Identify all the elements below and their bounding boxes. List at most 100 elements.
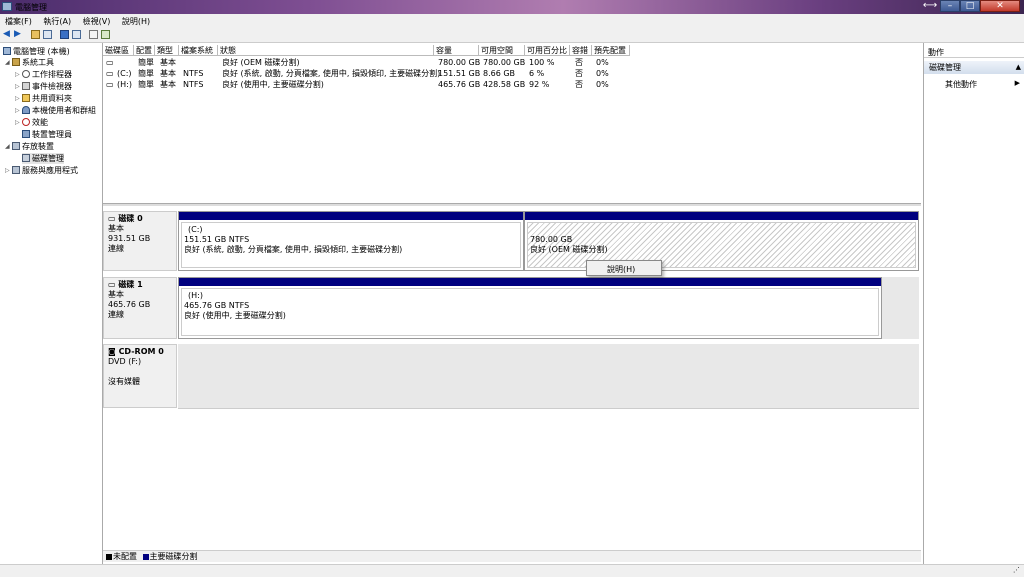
volume-capacity: 780.00 GB [438,58,481,67]
maximize-button[interactable]: □ [960,0,980,12]
tree-item-label: 效能 [32,118,48,127]
cdrom-0-label[interactable]: ◙ CD-ROM 0 DVD (F:) 沒有媒體 [103,344,177,408]
column-header-filesystem[interactable]: 檔案系統 [179,45,218,56]
tree-item-storage[interactable]: 存放裝置 [12,141,54,152]
volume-layout: 簡單 [138,80,154,89]
close-button[interactable]: ✕ [980,0,1020,12]
tree-item-label: 裝置管理員 [32,130,72,139]
actions-section-disk-management[interactable]: 磁碟管理 ▲ [924,61,1024,74]
window-title: 電腦管理 [15,3,47,12]
context-menu-help[interactable]: 說明(H) [607,264,635,275]
expand-arrow-icon[interactable]: ▷ [15,95,20,102]
menu-bar: 檔案(F) 執行(A) 檢視(V) 說明(H) [0,14,1024,28]
primary-partition-bar [179,278,881,286]
shared-folder-icon [22,94,30,102]
more-actions-item[interactable]: 其他動作 [945,79,977,90]
expand-arrow-icon[interactable]: ▷ [5,167,10,174]
resize-arrow-icon[interactable]: ⟷ [920,0,940,12]
toolbar: ◀ ▶ [0,28,1024,43]
partition-c[interactable]: (C:) 151.51 GB NTFS 良好 (系統, 啟動, 分頁檔案, 使用… [178,211,524,271]
partition-h[interactable]: (H:) 465.76 GB NTFS 良好 (使用中, 主要磁碟分割) [178,277,882,339]
expand-arrow-icon[interactable]: ▷ [15,71,20,78]
forward-arrow-icon[interactable]: ▶ [14,29,23,39]
column-header-fault-tolerance[interactable]: 容錯 [570,45,592,56]
volume-free-space: 8.66 GB [483,69,516,78]
volume-free-percent: 6 % [529,69,545,78]
volume-row[interactable]: ▭ (H:) 簡單 基本 NTFS 良好 (使用中, 主要磁碟分割) 465.7… [103,79,921,90]
menu-view[interactable]: 檢視(V) [78,14,115,27]
refresh-icon[interactable] [89,30,98,39]
collapse-arrow-icon[interactable]: ◢ [5,143,10,150]
tree-item-device-manager[interactable]: 裝置管理員 [22,129,72,140]
back-arrow-icon[interactable]: ◀ [3,29,12,39]
volume-overhead: 0% [596,58,609,67]
volume-row[interactable]: ▭ 簡單 基本 良好 (OEM 磁碟分割) 780.00 GB 780.00 G… [103,57,921,68]
menu-action[interactable]: 執行(A) [38,14,75,27]
submenu-arrow-icon: ▶ [1014,79,1020,87]
disk-icon: ▭ [108,214,116,223]
event-viewer-icon [22,82,30,90]
minimize-button[interactable]: – [940,0,960,12]
services-icon [12,166,20,174]
disk-1-partitions: (H:) 465.76 GB NTFS 良好 (使用中, 主要磁碟分割) [178,277,919,339]
disk-list-icon[interactable] [101,30,110,39]
disk-management-icon [22,154,30,162]
column-header-free-space[interactable]: 可用空間 [479,45,525,56]
column-header-type[interactable]: 類型 [155,45,179,56]
disk-0-label[interactable]: ▭ 磁碟 0 基本 931.51 GB 連線 [103,211,177,271]
volume-status: 良好 (OEM 磁碟分割) [222,58,300,67]
tree-item-task-scheduler[interactable]: 工作排程器 [22,69,72,80]
column-header-volume[interactable]: 磁碟區 [103,45,134,56]
actions-header: 動作 [924,47,1024,58]
volume-type: 基本 [160,58,176,67]
users-icon [22,106,30,114]
volume-capacity: 151.51 GB [438,69,481,78]
volume-row[interactable]: ▭ (C:) 簡單 基本 NTFS 良好 (系統, 啟動, 分頁檔案, 使用中,… [103,68,921,79]
partition-h-label: (H:) [188,291,203,300]
expand-arrow-icon[interactable]: ▷ [15,107,20,114]
expand-arrow-icon[interactable]: ▷ [15,83,20,90]
up-folder-icon[interactable] [31,30,40,39]
column-header-overhead[interactable]: 預先配置 [592,45,630,56]
partition-oem-size: 780.00 GB [530,235,573,244]
resize-grip-icon[interactable]: ⋰ [1013,566,1020,574]
disk-management-pane: 磁碟區 配置 類型 檔案系統 狀態 容量 可用空間 可用百分比 容錯 預先配置 … [103,43,921,574]
column-header-status[interactable]: 狀態 [218,45,434,56]
volume-type: 基本 [160,69,176,78]
column-header-capacity[interactable]: 容量 [434,45,479,56]
column-header-free-percent[interactable]: 可用百分比 [525,45,570,56]
disk-name: ▭ 磁碟 1 [108,280,172,290]
computer-management-icon [2,2,12,11]
tree-item-system-tools[interactable]: 系統工具 [12,57,54,68]
cdrom-0-status: 沒有媒體 [108,377,140,386]
properties-icon[interactable] [72,30,81,39]
pane-splitter[interactable] [103,203,921,206]
show-hide-tree-icon[interactable] [43,30,52,39]
tree-item-performance[interactable]: 效能 [22,117,48,128]
tree-item-label: 共用資料夾 [32,94,72,103]
menu-help[interactable]: 說明(H) [117,14,154,27]
partition-oem[interactable]: 780.00 GB 良好 (OEM 磁碟分割) [524,211,919,271]
computer-icon [3,47,11,55]
tree-item-disk-management[interactable]: 磁碟管理 [22,153,64,164]
volume-free-percent: 100 % [529,58,555,67]
tree-item-shared-folders[interactable]: 共用資料夾 [22,93,72,104]
help-icon[interactable] [60,30,69,39]
collapse-up-icon[interactable]: ▲ [1016,61,1021,74]
collapse-arrow-icon[interactable]: ◢ [5,59,10,66]
tree-item-event-viewer[interactable]: 事件檢視器 [22,81,72,92]
disk-1-label[interactable]: ▭ 磁碟 1 基本 465.76 GB 連線 [103,277,177,339]
tree-item-label: 磁碟管理 [32,154,64,163]
tree-root[interactable]: 電腦管理 (本機) [3,46,70,57]
cdrom-0-size [108,367,172,377]
partition-oem-label [530,225,913,235]
disk-1-status: 連線 [108,310,124,319]
tree-item-local-users[interactable]: 本機使用者和群組 [22,105,96,116]
volume-fault-tolerance: 否 [575,80,583,89]
tools-icon [12,58,20,66]
disk-0-type: 基本 [108,224,124,233]
expand-arrow-icon[interactable]: ▷ [15,119,20,126]
menu-file[interactable]: 檔案(F) [0,14,36,27]
column-header-layout[interactable]: 配置 [134,45,155,56]
tree-item-services-apps[interactable]: 服務與應用程式 [12,165,78,176]
